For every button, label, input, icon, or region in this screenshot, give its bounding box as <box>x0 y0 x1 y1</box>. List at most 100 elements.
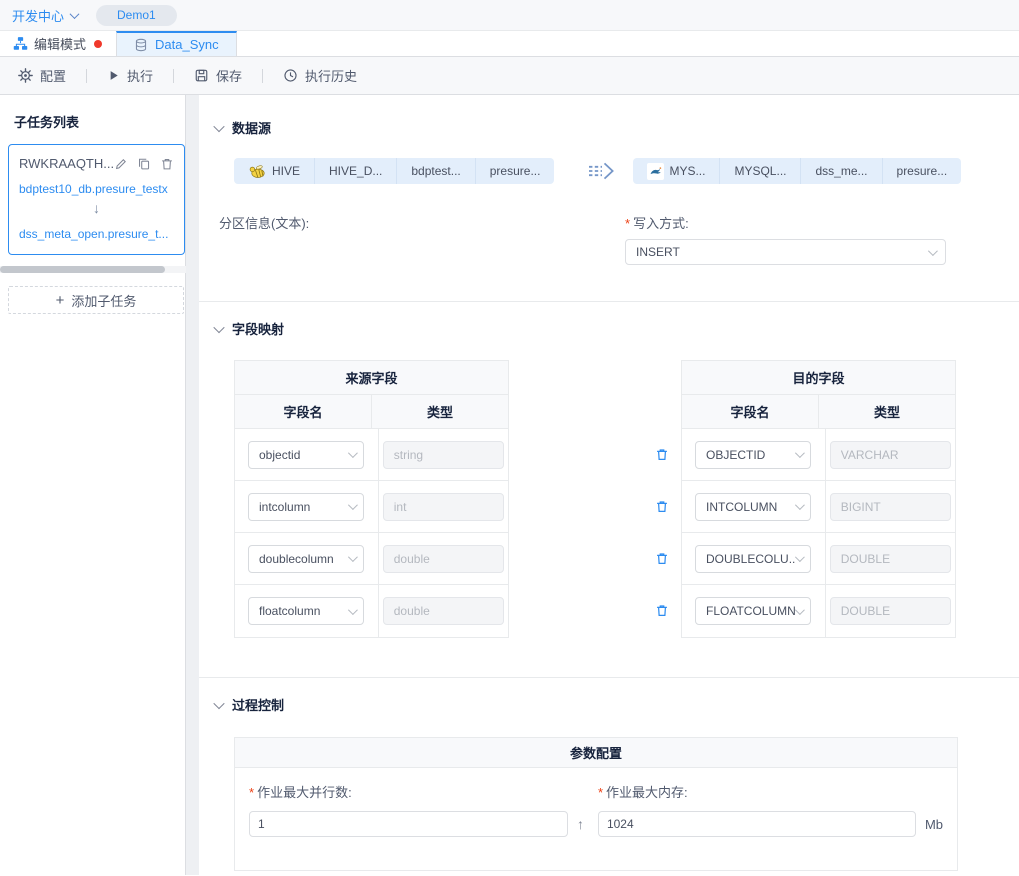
source-field-select[interactable]: floatcolumn <box>248 597 364 625</box>
source-field-type-input <box>383 493 504 521</box>
max-parallelism-field: *作业最大并行数: ↑ <box>249 782 598 837</box>
chevron-down-icon <box>928 246 938 256</box>
delete-row-icon[interactable] <box>655 447 669 462</box>
panel-gutter <box>186 95 199 875</box>
edit-icon[interactable] <box>114 157 128 171</box>
source-field-select[interactable]: intcolumn <box>248 493 364 521</box>
delete-row-icon[interactable] <box>655 603 669 618</box>
sidebar-horizontal-scrollbar <box>0 266 186 273</box>
source-field-type-input <box>383 545 504 573</box>
target-tag-datasource-name: MYSQL... <box>719 158 800 184</box>
source-tag-datasource-name: HIVE_D... <box>314 158 396 184</box>
source-col-name-header: 字段名 <box>235 395 371 428</box>
source-tag-database: bdptest... <box>396 158 474 184</box>
datasource-section-title: 数据源 <box>232 118 271 137</box>
toolbar-divider <box>262 69 263 83</box>
collapse-chevron-icon[interactable] <box>213 321 224 332</box>
mysql-icon <box>647 163 664 180</box>
memory-unit-label: Mb <box>925 817 943 832</box>
config-button-label: 配置 <box>40 66 66 85</box>
max-memory-label: 作业最大内存: <box>606 785 688 800</box>
max-parallelism-label: 作业最大并行数: <box>257 785 352 800</box>
execute-button[interactable]: 执行 <box>107 66 153 85</box>
chevron-down-icon <box>795 552 805 562</box>
chevron-down-icon <box>348 500 358 510</box>
target-fields-table: 目的字段 字段名 类型 OBJECTID INTCOLUMN <box>681 360 956 638</box>
add-subtask-button[interactable]: + 添加子任务 <box>8 286 184 314</box>
top-bar: 开发中心 Demo1 <box>0 0 1019 31</box>
max-memory-input[interactable] <box>598 811 916 837</box>
copy-icon[interactable] <box>137 157 151 171</box>
execution-history-button[interactable]: 执行历史 <box>283 66 357 85</box>
tab-data-sync[interactable]: Data_Sync <box>116 31 237 56</box>
subtask-card[interactable]: RWKRAAQTH... bdptest10_ <box>8 144 185 255</box>
workspace-menu-label: 开发中心 <box>12 6 64 25</box>
section-divider <box>199 677 1019 678</box>
table-row: doublecolumn <box>235 533 508 585</box>
write-mode-select[interactable]: INSERT <box>625 239 946 265</box>
workflow-icon <box>13 36 28 51</box>
source-tag-type: HIVE <box>234 158 314 184</box>
table-row: DOUBLECOLU... <box>682 533 955 585</box>
workspace-menu[interactable]: 开发中心 <box>12 6 78 25</box>
arrow-down-icon: ↓ <box>19 200 174 216</box>
required-marker: * <box>598 785 603 800</box>
subtask-name: RWKRAAQTH... <box>19 156 114 171</box>
source-field-select[interactable]: objectid <box>248 441 364 469</box>
max-parallelism-input[interactable] <box>249 811 568 837</box>
table-row: floatcolumn <box>235 585 508 637</box>
row-delete-column <box>509 360 681 638</box>
unsaved-indicator-dot <box>94 40 102 48</box>
chevron-down-icon <box>795 500 805 510</box>
plus-icon: + <box>56 293 65 308</box>
add-subtask-label: 添加子任务 <box>71 291 136 310</box>
chevron-down-icon <box>348 605 358 615</box>
field-mapping-area: 来源字段 字段名 类型 objectid intcolumn <box>234 360 1019 638</box>
collapse-chevron-icon[interactable] <box>213 697 224 708</box>
target-table-title: 目的字段 <box>682 361 955 395</box>
target-field-type-input <box>830 597 951 625</box>
workflow-tab-bar: 编辑模式 Data_Sync <box>0 31 1019 57</box>
chevron-down-icon <box>795 605 805 615</box>
subtask-list-title: 子任务列表 <box>14 112 185 131</box>
write-mode-label-row: *写入方式: <box>625 213 946 232</box>
hive-icon <box>248 162 266 180</box>
partition-info-label: 分区信息(文本): <box>219 216 309 231</box>
source-field-type-input <box>383 441 504 469</box>
delete-row-icon[interactable] <box>655 551 669 566</box>
config-button[interactable]: 配置 <box>18 66 66 85</box>
target-col-type-header: 类型 <box>818 395 955 428</box>
target-field-select[interactable]: INTCOLUMN <box>695 493 811 521</box>
edit-mode-label: 编辑模式 <box>34 34 86 53</box>
required-marker: * <box>625 216 630 231</box>
source-tag-table: presure... <box>475 158 555 184</box>
project-tab-demo1[interactable]: Demo1 <box>96 5 177 26</box>
toolbar: 配置 执行 保存 执行历史 <box>0 57 1019 95</box>
source-col-type-header: 类型 <box>371 395 508 428</box>
delete-row-icon[interactable] <box>655 499 669 514</box>
edit-mode-toggle[interactable]: 编辑模式 <box>0 31 116 56</box>
source-field-select[interactable]: doublecolumn <box>248 545 364 573</box>
execution-history-label: 执行历史 <box>305 66 357 85</box>
process-control-section-title: 过程控制 <box>232 695 284 714</box>
data-sync-app: 开发中心 Demo1 编辑模式 Data_Sync <box>0 0 1019 876</box>
source-table-title: 来源字段 <box>235 361 508 395</box>
section-process-control: 过程控制 参数配置 *作业最大并行数: ↑ <box>215 695 1019 871</box>
toolbar-divider <box>173 69 174 83</box>
delete-icon[interactable] <box>160 157 174 171</box>
target-field-select[interactable]: FLOATCOLUMN <box>695 597 811 625</box>
target-col-name-header: 字段名 <box>682 395 818 428</box>
chevron-down-icon <box>348 448 358 458</box>
stepper-up-icon[interactable]: ↑ <box>577 817 584 831</box>
collapse-chevron-icon[interactable] <box>213 120 224 131</box>
max-memory-field: *作业最大内存: Mb <box>598 782 943 837</box>
target-field-select[interactable]: OBJECTID <box>695 441 811 469</box>
save-button[interactable]: 保存 <box>194 66 242 85</box>
scrollbar-thumb[interactable] <box>0 266 165 273</box>
target-field-type-input <box>830 545 951 573</box>
source-field-type-input <box>383 597 504 625</box>
chevron-down-icon <box>795 448 805 458</box>
target-field-type-input <box>830 493 951 521</box>
target-field-select[interactable]: DOUBLECOLU... <box>695 545 811 573</box>
save-icon <box>194 68 209 83</box>
